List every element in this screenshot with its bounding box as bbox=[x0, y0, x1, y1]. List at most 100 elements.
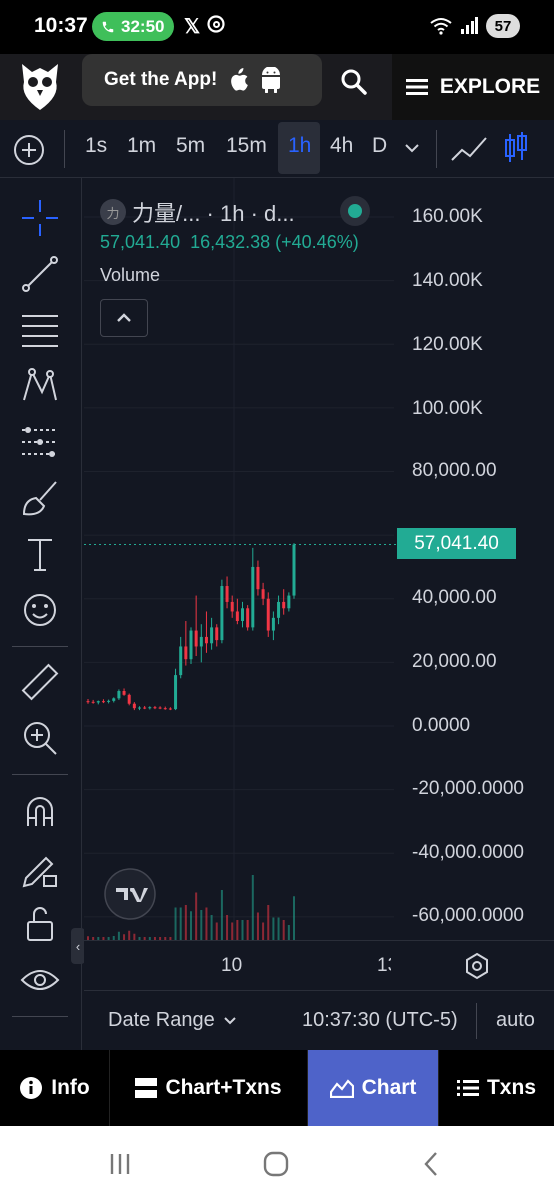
candle-body bbox=[287, 595, 291, 609]
chevron-down-icon[interactable] bbox=[404, 142, 420, 154]
price-chart[interactable] bbox=[84, 178, 554, 940]
hamburger-icon bbox=[405, 79, 428, 95]
phone-icon bbox=[102, 21, 114, 32]
candle-body bbox=[179, 646, 183, 676]
sidebar-divider bbox=[12, 1016, 68, 1017]
candle-body bbox=[132, 703, 136, 709]
lock-drawing-icon[interactable] bbox=[18, 846, 62, 890]
interval-1m[interactable]: 1m bbox=[127, 134, 156, 158]
home-icon[interactable] bbox=[262, 1150, 290, 1178]
legend-title[interactable]: 力 力量/... · 1h · d... bbox=[100, 196, 295, 228]
sidebar-divider bbox=[12, 646, 68, 647]
interval-5m[interactable]: 5m bbox=[176, 134, 205, 158]
volume-bar bbox=[184, 905, 187, 940]
get-app-button[interactable]: Get the App! bbox=[82, 54, 322, 106]
line-chart-icon[interactable] bbox=[450, 134, 488, 164]
volume-bar bbox=[241, 920, 244, 940]
candle-body bbox=[138, 707, 141, 709]
volume-bar bbox=[293, 896, 295, 940]
chart-settings-icon[interactable] bbox=[462, 951, 492, 981]
text-tool-icon[interactable] bbox=[18, 532, 62, 576]
tab-txns[interactable]: Txns bbox=[439, 1050, 554, 1126]
call-indicator[interactable]: 32:50 bbox=[92, 12, 174, 41]
candle-body bbox=[189, 630, 193, 660]
volume-bar bbox=[272, 917, 275, 940]
zoom-in-icon[interactable] bbox=[18, 716, 62, 760]
back-icon[interactable] bbox=[418, 1150, 446, 1178]
candle-body bbox=[251, 566, 255, 628]
interval-4h[interactable]: 4h bbox=[330, 134, 353, 158]
auto-scale-button[interactable]: auto bbox=[496, 1009, 535, 1032]
visibility-icon[interactable] bbox=[18, 958, 62, 1002]
bottom-tabs: Info Chart+Txns Chart Txns bbox=[0, 1050, 554, 1126]
trend-line-icon[interactable] bbox=[18, 252, 62, 296]
volume-bar bbox=[246, 920, 249, 940]
candle-body bbox=[143, 707, 147, 709]
search-icon[interactable] bbox=[340, 68, 368, 96]
tradingview-logo-icon[interactable] bbox=[104, 868, 156, 920]
volume-bar bbox=[267, 905, 270, 940]
candle-body bbox=[117, 691, 121, 699]
recent-apps-icon[interactable] bbox=[106, 1150, 134, 1178]
volume-bar bbox=[174, 907, 177, 940]
candle-body bbox=[127, 694, 131, 704]
tab-chart-txns[interactable]: Chart+Txns bbox=[110, 1050, 308, 1126]
forecast-icon[interactable] bbox=[18, 420, 62, 464]
emoji-icon[interactable] bbox=[18, 588, 62, 632]
bottom-bar-divider bbox=[476, 1003, 477, 1039]
status-time: 10:37 bbox=[34, 14, 88, 37]
add-symbol-button[interactable] bbox=[14, 135, 44, 165]
sidebar-collapse-toggle[interactable]: ‹ bbox=[71, 928, 85, 964]
volume-bar bbox=[226, 915, 229, 940]
wifi-icon bbox=[430, 18, 452, 35]
candle-body bbox=[210, 627, 214, 644]
collapse-legend-button[interactable] bbox=[100, 299, 148, 337]
candlestick-icon[interactable] bbox=[504, 130, 528, 166]
chevron-down-icon bbox=[224, 1016, 236, 1024]
chart-pane[interactable]: 力 力量/... · 1h · d... 57,041.40 16,432.38… bbox=[84, 178, 554, 990]
date-range-button[interactable]: Date Range bbox=[108, 1009, 237, 1032]
volume-bar bbox=[215, 922, 218, 940]
candle-body bbox=[292, 544, 296, 596]
candle-body bbox=[241, 608, 244, 622]
owl-logo-icon[interactable] bbox=[18, 60, 62, 112]
candle-body bbox=[277, 601, 281, 618]
unlock-icon[interactable] bbox=[18, 902, 62, 946]
area-chart-icon bbox=[329, 1079, 354, 1098]
volume-legend[interactable]: Volume bbox=[100, 265, 160, 286]
chart-bottom-bar: Date Range 10:37:30 (UTC-5) auto bbox=[84, 990, 554, 1050]
magnet-icon[interactable] bbox=[18, 790, 62, 834]
volume-bar bbox=[220, 890, 223, 940]
explore-label: EXPLORE bbox=[439, 75, 541, 98]
candle-body bbox=[199, 636, 203, 647]
interval-1s[interactable]: 1s bbox=[85, 134, 107, 158]
last-price-label: 57,041.40 bbox=[397, 528, 516, 559]
tab-info[interactable]: Info bbox=[0, 1050, 110, 1126]
fib-retracement-icon[interactable] bbox=[18, 308, 62, 352]
timezone-button[interactable]: 10:37:30 (UTC-5) bbox=[302, 1009, 458, 1032]
interval-15m[interactable]: 15m bbox=[226, 134, 267, 158]
candle-body bbox=[163, 708, 167, 710]
interval-d[interactable]: D bbox=[372, 134, 387, 158]
symbol-badge: 力 bbox=[100, 199, 126, 225]
explore-menu-button[interactable]: EXPLORE bbox=[392, 54, 554, 120]
interval-1h[interactable]: 1h bbox=[288, 134, 311, 158]
time-axis[interactable]: 10 13 bbox=[84, 940, 554, 990]
ruler-icon[interactable] bbox=[18, 660, 62, 704]
volume-bar bbox=[282, 920, 285, 940]
volume-bar bbox=[231, 922, 234, 940]
candle-body bbox=[184, 646, 188, 660]
price-tick: -40,000.0000 bbox=[412, 842, 524, 863]
legend-last-value: 57,041.40 bbox=[100, 232, 181, 252]
candle-body bbox=[246, 608, 250, 628]
brush-icon[interactable] bbox=[18, 476, 62, 520]
chart-toolbar: 1s 1m 5m 15m 1h 4h D bbox=[0, 120, 554, 178]
crosshair-icon[interactable] bbox=[18, 196, 62, 240]
candle-body bbox=[153, 707, 157, 709]
candle-body bbox=[256, 566, 260, 590]
toolbar-divider bbox=[64, 130, 65, 168]
tab-chart[interactable]: Chart bbox=[308, 1050, 439, 1126]
pattern-icon[interactable] bbox=[18, 364, 62, 408]
list-icon bbox=[456, 1080, 479, 1096]
system-nav-bar bbox=[0, 1126, 554, 1200]
